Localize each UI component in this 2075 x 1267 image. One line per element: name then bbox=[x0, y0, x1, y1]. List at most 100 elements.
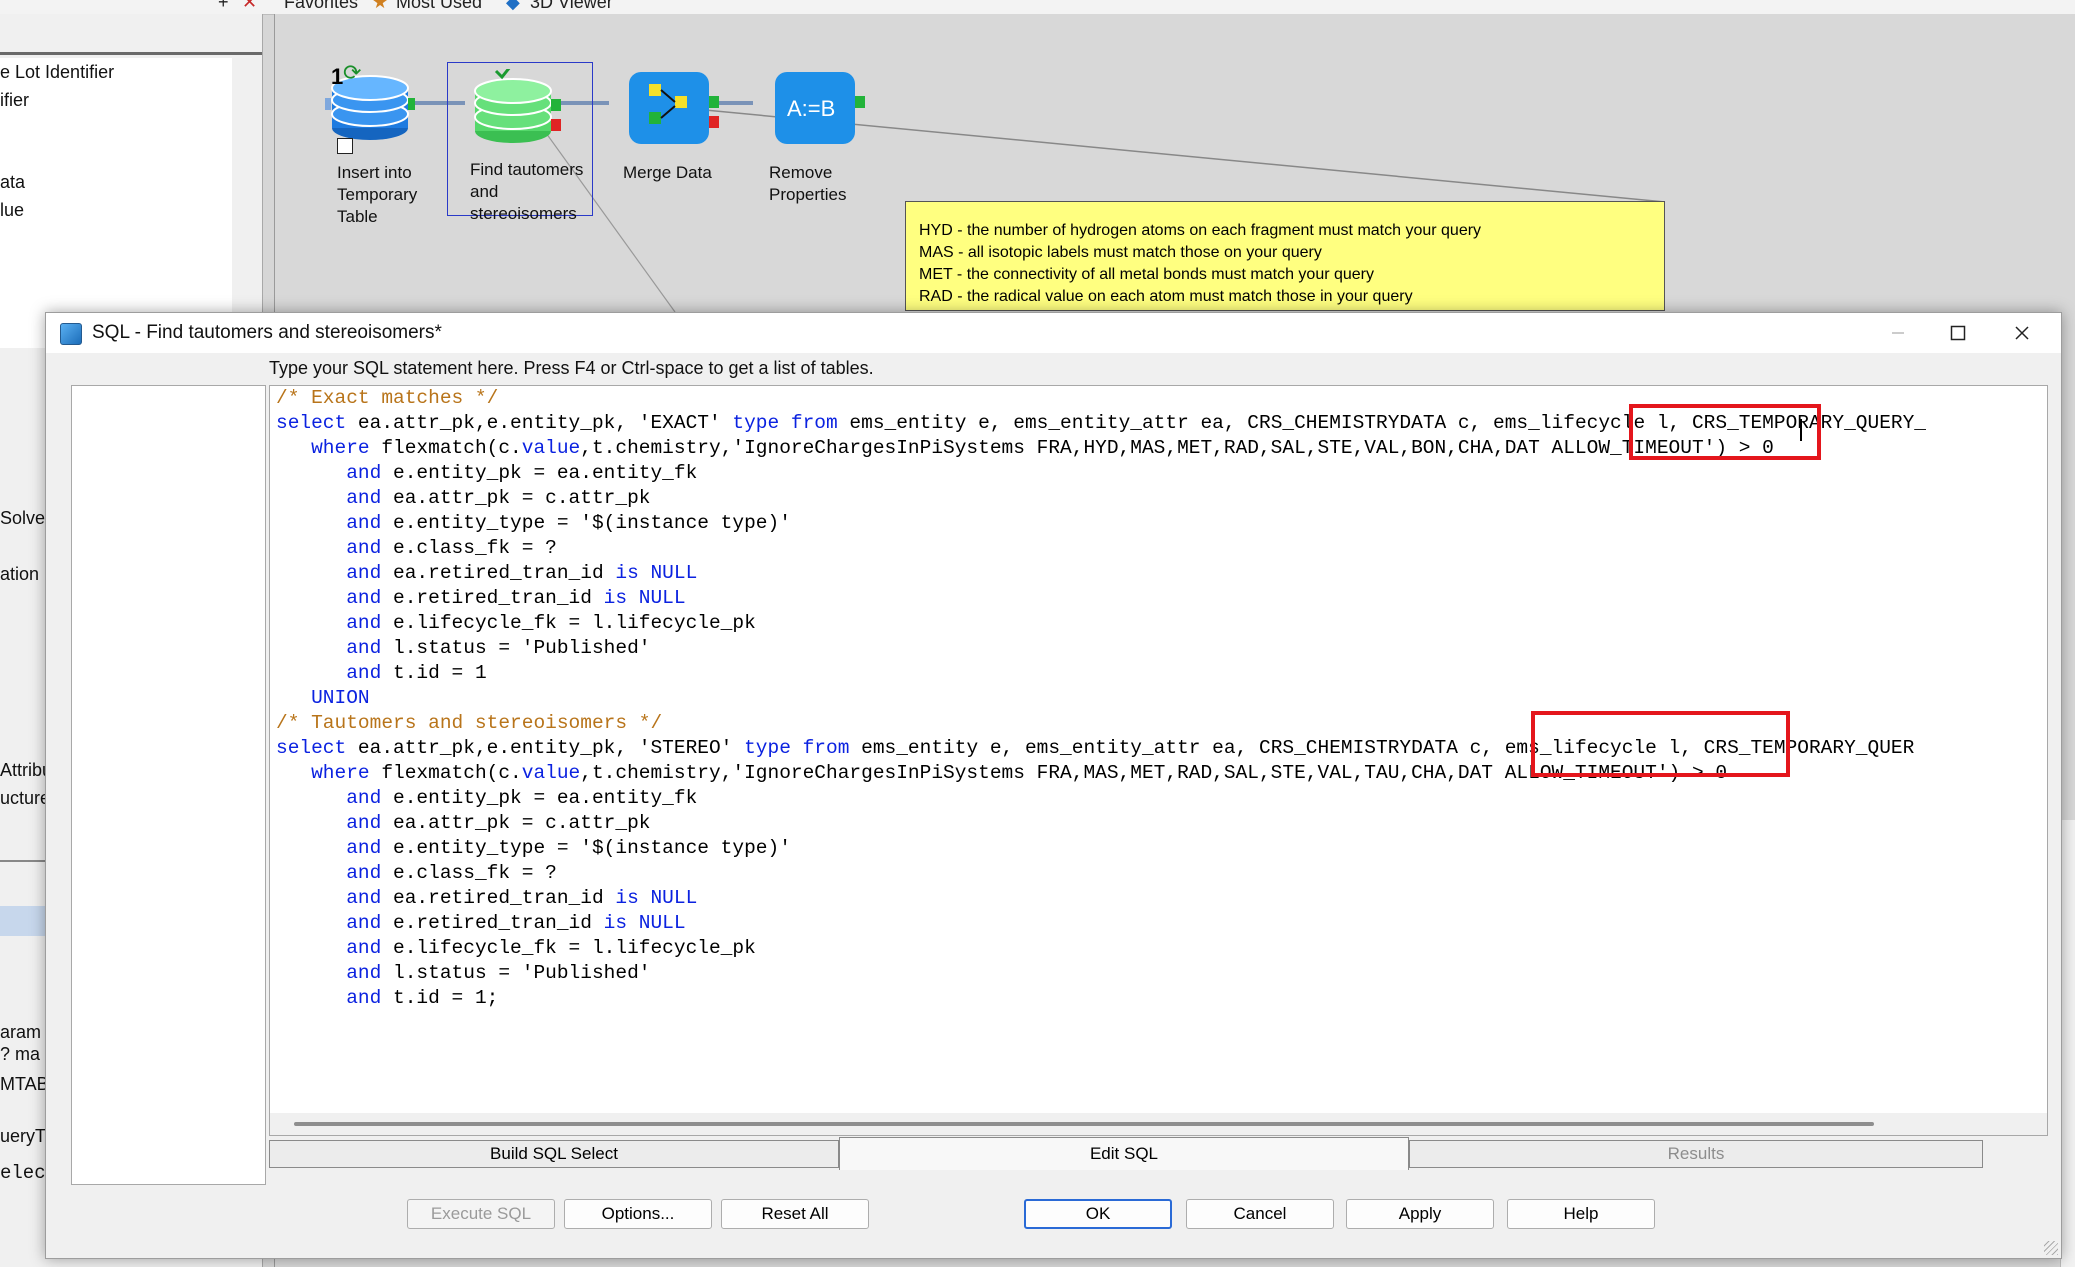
resize-grip-icon[interactable] bbox=[2044, 1241, 2058, 1255]
sql-line[interactable]: and t.id = 1 bbox=[276, 661, 1926, 686]
tab-edit-sql[interactable]: Edit SQL bbox=[839, 1137, 1409, 1170]
sql-line[interactable]: and e.lifecycle_fk = l.lifecycle_pk bbox=[276, 611, 1926, 636]
node-icon-text: A:=B bbox=[787, 96, 836, 121]
sql-keyword: type bbox=[744, 737, 791, 759]
sql-line[interactable]: and ea.retired_tran_id is NULL bbox=[276, 886, 1926, 911]
help-button[interactable]: Help bbox=[1507, 1199, 1655, 1229]
sql-text: l.status = 'Published' bbox=[381, 962, 651, 984]
sql-line[interactable]: and e.entity_pk = ea.entity_fk bbox=[276, 786, 1926, 811]
right-edge-panel bbox=[2060, 820, 2075, 1267]
sql-text: e.entity_type = '$(instance type)' bbox=[381, 837, 791, 859]
node-insert-temp-table[interactable]: 1 ⟳ Insert into Temporary Table bbox=[325, 60, 417, 226]
sql-text: e.entity_type = '$(instance type)' bbox=[381, 512, 791, 534]
sql-line[interactable]: and e.entity_pk = ea.entity_fk bbox=[276, 461, 1926, 486]
sql-line[interactable]: and ea.retired_tran_id is NULL bbox=[276, 561, 1926, 586]
sql-code[interactable]: /* Exact matches */ select ea.attr_pk,e.e… bbox=[270, 386, 1926, 1011]
ok-button[interactable]: OK bbox=[1024, 1199, 1172, 1229]
sql-line[interactable]: UNION bbox=[276, 686, 1926, 711]
sql-keyword: and bbox=[346, 812, 382, 834]
plus-icon[interactable]: + bbox=[218, 0, 229, 13]
sql-keyword: where bbox=[311, 762, 370, 784]
list-item[interactable]: lue bbox=[0, 200, 24, 221]
sql-line[interactable]: and e.entity_type = '$(instance type)' bbox=[276, 836, 1926, 861]
sql-keyword: and bbox=[346, 537, 382, 559]
sql-keyword: NULL bbox=[650, 562, 698, 584]
sql-line[interactable]: and e.retired_tran_id is NULL bbox=[276, 586, 1926, 611]
sql-keyword: and bbox=[346, 462, 382, 484]
cancel-button[interactable]: Cancel bbox=[1186, 1199, 1334, 1229]
most-used-label[interactable]: Most Used bbox=[396, 0, 482, 13]
sql-keyword: and bbox=[346, 587, 382, 609]
minimize-icon bbox=[1892, 332, 1904, 334]
reset-all-button[interactable]: Reset All bbox=[721, 1199, 869, 1229]
list-item[interactable]: ucture bbox=[0, 788, 50, 809]
apply-button[interactable]: Apply bbox=[1346, 1199, 1494, 1229]
sql-line[interactable]: and e.retired_tran_id is NULL bbox=[276, 911, 1926, 936]
note-box[interactable]: HYD - the number of hydrogen atoms on ea… bbox=[905, 201, 1665, 311]
app-icon bbox=[60, 323, 82, 345]
table-tree-pane[interactable] bbox=[71, 385, 266, 1185]
node-merge-data[interactable]: Merge Data bbox=[623, 66, 723, 182]
title-bar[interactable]: SQL - Find tautomers and stereoisomers* bbox=[46, 313, 2061, 353]
favorites-label[interactable]: Favorites bbox=[284, 0, 358, 13]
sql-line[interactable]: and l.status = 'Published' bbox=[276, 636, 1926, 661]
sql-keyword: NULL bbox=[638, 587, 686, 609]
sql-line[interactable]: and t.id = 1; bbox=[276, 986, 1926, 1011]
sql-line[interactable]: and e.class_fk = ? bbox=[276, 536, 1926, 561]
note-line: HYD - the number of hydrogen atoms on ea… bbox=[919, 222, 1482, 239]
minimize-button[interactable] bbox=[1868, 313, 1928, 353]
maximize-icon bbox=[1950, 325, 1966, 341]
sql-text: e.lifecycle_fk = l.lifecycle_pk bbox=[381, 612, 756, 634]
list-item[interactable]: ation bbox=[0, 564, 39, 585]
left-list[interactable]: e Lot Identifier ifier ata lue bbox=[0, 58, 232, 348]
sql-line[interactable]: and e.lifecycle_fk = l.lifecycle_pk bbox=[276, 936, 1926, 961]
scrollbar-thumb[interactable] bbox=[294, 1122, 1874, 1126]
sql-line[interactable]: and ea.attr_pk = c.attr_pk bbox=[276, 486, 1926, 511]
node-find-tautomers[interactable]: Find tautomers and stereoisomers bbox=[447, 62, 593, 223]
list-item[interactable]: Solver bbox=[0, 508, 51, 529]
node-badge: 1 bbox=[331, 64, 344, 89]
execute-sql-button[interactable]: Execute SQL bbox=[407, 1199, 555, 1229]
sql-keyword: value bbox=[521, 762, 581, 784]
options-button[interactable]: Options... bbox=[564, 1199, 712, 1229]
sql-keyword: select bbox=[276, 412, 347, 434]
sql-keyword: is bbox=[615, 562, 639, 584]
sql-keyword: and bbox=[346, 862, 382, 884]
close-tab-icon[interactable]: ✕ bbox=[242, 0, 257, 13]
tab-results[interactable]: Results bbox=[1409, 1140, 1983, 1168]
horizontal-scrollbar[interactable] bbox=[269, 1113, 2048, 1136]
node-label: Find tautomers and stereoisomers bbox=[470, 160, 584, 223]
sql-line[interactable]: and e.entity_type = '$(instance type)' bbox=[276, 511, 1926, 536]
maximize-button[interactable] bbox=[1928, 313, 1988, 353]
highlight-box bbox=[1531, 711, 1790, 777]
sql-line[interactable]: and e.class_fk = ? bbox=[276, 861, 1926, 886]
sql-text: flexmatch(c. bbox=[369, 437, 522, 459]
node-remove-properties[interactable]: A:=B Remove Properties bbox=[769, 66, 869, 204]
list-item[interactable]: ata bbox=[0, 172, 25, 193]
sql-line[interactable]: and l.status = 'Published' bbox=[276, 961, 1926, 986]
sql-keyword: and bbox=[346, 487, 382, 509]
sql-keyword: and bbox=[346, 512, 382, 534]
sql-line[interactable]: and ea.attr_pk = c.attr_pk bbox=[276, 811, 1926, 836]
viewer-3d-label[interactable]: 3D Viewer bbox=[530, 0, 613, 13]
close-button[interactable] bbox=[1992, 313, 2052, 353]
note-line: RAD - the radical value on each atom mus… bbox=[919, 288, 1413, 305]
list-item[interactable]: e Lot Identifier bbox=[0, 62, 114, 83]
tab-build-sql[interactable]: Build SQL Select bbox=[269, 1140, 839, 1168]
list-item[interactable]: ifier bbox=[0, 90, 29, 111]
sql-keyword: is bbox=[603, 912, 628, 934]
